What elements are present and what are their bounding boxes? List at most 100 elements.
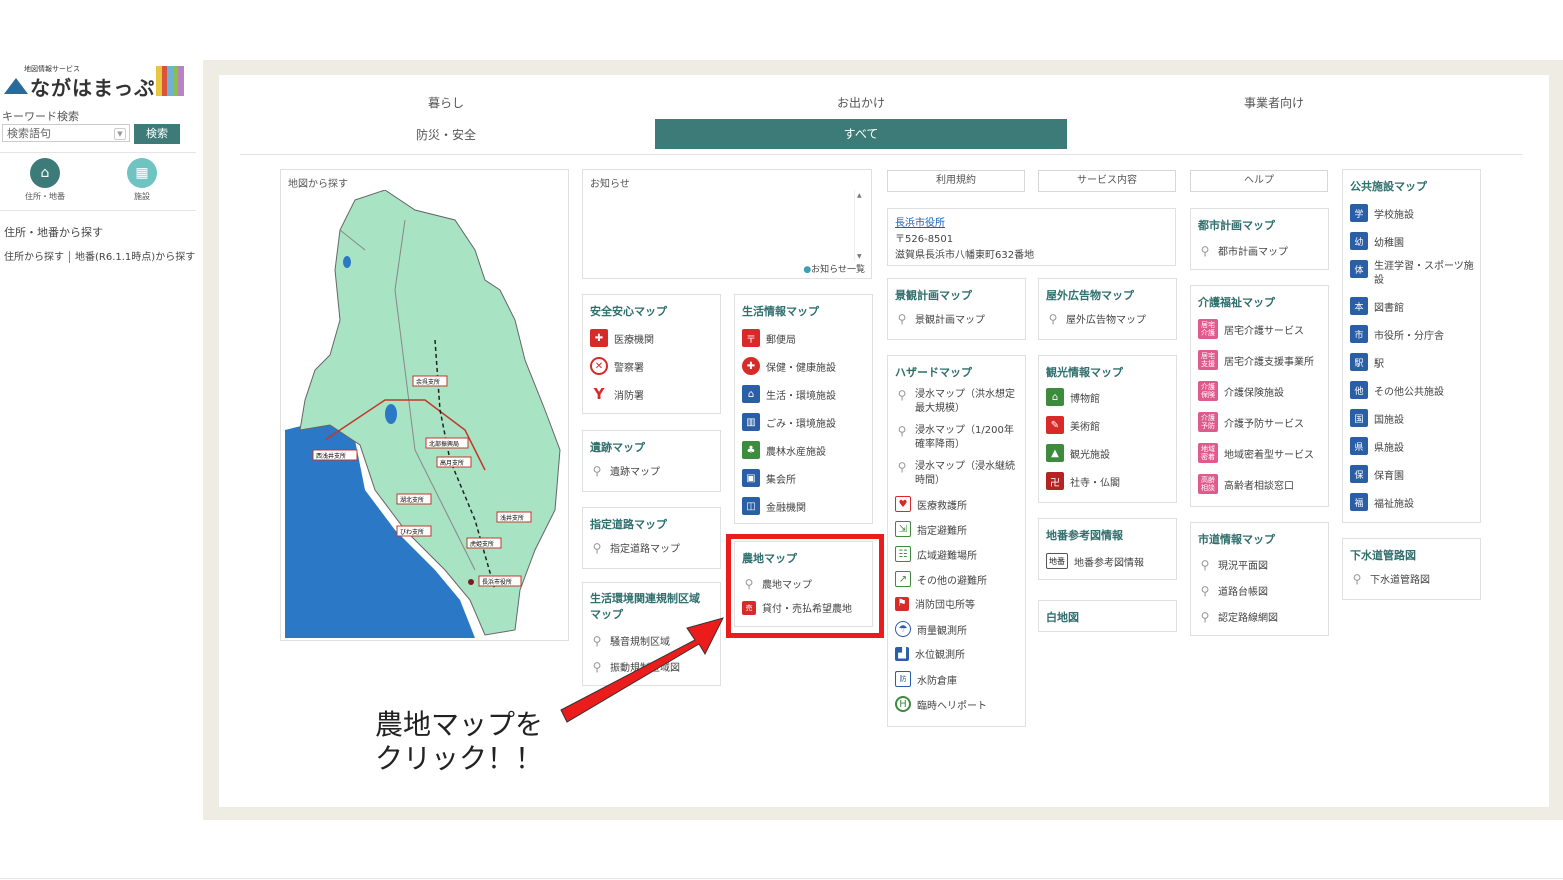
safety-map-title[interactable]: 安全安心マップ bbox=[583, 295, 720, 319]
address-lot-button[interactable]: ⌂ 住所・地番 bbox=[15, 158, 75, 202]
list-item[interactable]: 卍社寺・仏閣 bbox=[1046, 472, 1120, 490]
list-item[interactable]: 居宅支援 居宅介護支援事業所 bbox=[1198, 350, 1314, 370]
list-item[interactable]: 保保育園 bbox=[1350, 465, 1404, 483]
list-item[interactable]: 介護予防 介護予防サービス bbox=[1198, 412, 1304, 432]
sewer-title[interactable]: 下水道管路図 bbox=[1343, 539, 1480, 563]
list-item[interactable]: 学学校施設 bbox=[1350, 204, 1414, 222]
site-logo[interactable]: 地図情報サービス ながはまっぷ bbox=[2, 64, 188, 100]
list-item[interactable]: ▟ 水位観測所 bbox=[895, 646, 965, 661]
list-item[interactable]: 〒郵便局 bbox=[742, 329, 796, 347]
list-item[interactable]: 本図書館 bbox=[1350, 297, 1404, 315]
search-by-address-link[interactable]: 住所から探す bbox=[4, 252, 64, 263]
list-item[interactable]: ⚲ 浸水マップ（洪水想定最大規模） bbox=[895, 388, 1023, 416]
list-item[interactable]: ☷ 広域避難場所 bbox=[895, 546, 977, 562]
news-list-link[interactable]: ●お知らせ一覧 bbox=[803, 262, 865, 275]
list-item[interactable]: ▥ ごみ・環境施設 bbox=[742, 413, 836, 431]
list-item[interactable]: ⚲ 浸水マップ（浸水継続時間） bbox=[895, 460, 1023, 488]
city-road-title[interactable]: 市道情報マップ bbox=[1191, 523, 1328, 547]
list-item[interactable]: 福福祉施設 bbox=[1350, 493, 1414, 511]
list-item[interactable]: ⚲ 屋外広告物マップ bbox=[1046, 311, 1146, 327]
list-item[interactable]: ⚲ 道路台帳図 bbox=[1198, 583, 1268, 599]
welfare-care-title[interactable]: 介護福祉マップ bbox=[1191, 286, 1328, 310]
list-item[interactable]: ✕ 警察署 bbox=[590, 357, 644, 375]
list-item[interactable]: 幼幼稚園 bbox=[1350, 232, 1404, 250]
list-item[interactable]: 他その他公共施設 bbox=[1350, 381, 1444, 399]
item-label: その他公共施設 bbox=[1374, 386, 1444, 398]
list-item[interactable]: ✎ 美術館 bbox=[1046, 416, 1100, 434]
list-item[interactable]: 地番 地番参考図情報 bbox=[1046, 553, 1144, 569]
list-item[interactable]: 防水防倉庫 bbox=[895, 671, 957, 687]
tab-business[interactable]: 事業者向け bbox=[1068, 94, 1480, 110]
list-item[interactable]: ▲ 観光施設 bbox=[1046, 444, 1110, 462]
chevron-down-icon[interactable]: ▼ bbox=[114, 128, 126, 140]
lot-reference-title[interactable]: 地番参考図情報 bbox=[1039, 519, 1176, 543]
list-item[interactable]: ⚲ 浸水マップ（1/200年確率降雨） bbox=[895, 424, 1023, 452]
map-pin-icon: ⚲ bbox=[897, 311, 907, 326]
list-item[interactable]: ⌂ 生活・環境施設 bbox=[742, 385, 836, 403]
list-item[interactable]: ⚲ 認定路線網図 bbox=[1198, 609, 1278, 625]
list-item[interactable]: ♣ 農林水産施設 bbox=[742, 441, 826, 459]
list-item[interactable]: ⚲ 遺跡マップ bbox=[590, 463, 660, 479]
ruins-map-title[interactable]: 遺跡マップ bbox=[583, 431, 720, 455]
life-info-title[interactable]: 生活情報マップ bbox=[735, 295, 872, 319]
list-item[interactable]: 駅駅 bbox=[1350, 353, 1384, 371]
landscape-map-title[interactable]: 景観計画マップ bbox=[888, 279, 1025, 303]
list-item[interactable]: H 臨時ヘリポート bbox=[895, 696, 987, 712]
list-item[interactable]: ☂ 雨量観測所 bbox=[895, 621, 967, 637]
list-item[interactable]: Y 消防署 bbox=[590, 385, 644, 403]
list-item[interactable]: ⚑ 消防団屯所等 bbox=[895, 596, 975, 611]
tab-outing[interactable]: お出かけ bbox=[655, 94, 1067, 110]
blank-map-title[interactable]: 白地図 bbox=[1039, 601, 1176, 625]
list-item[interactable]: 市市役所・分庁舎 bbox=[1350, 325, 1444, 343]
urban-planning-title[interactable]: 都市計画マップ bbox=[1191, 209, 1328, 233]
list-item[interactable]: ⌂ 博物館 bbox=[1046, 388, 1100, 406]
search-button[interactable]: 検索 bbox=[134, 124, 180, 144]
outdoor-ad-title[interactable]: 屋外広告物マップ bbox=[1039, 279, 1176, 303]
tab-disaster[interactable]: 防災・安全 bbox=[240, 126, 652, 142]
map-panel: 地図から探す 余呉支所 北部振興局 高月支所 西浅井支所 湖北支所 びわ支所 浅… bbox=[280, 169, 569, 641]
train-station-icon: 駅 bbox=[1350, 353, 1368, 371]
highlight-box bbox=[726, 534, 884, 638]
list-item[interactable]: ⚲ 現況平面図 bbox=[1198, 557, 1268, 573]
list-item[interactable]: ⚲ 下水道管路図 bbox=[1350, 571, 1430, 587]
hazard-map-title[interactable]: ハザードマップ bbox=[888, 356, 1025, 380]
list-item[interactable]: 介護保険 介護保険施設 bbox=[1198, 381, 1284, 401]
tourism-map-title[interactable]: 観光情報マップ bbox=[1039, 356, 1176, 380]
item-label: 雨量観測所 bbox=[917, 625, 967, 637]
help-button[interactable]: ヘルプ bbox=[1190, 170, 1328, 192]
list-item[interactable]: 国国施設 bbox=[1350, 409, 1404, 427]
facility-button[interactable]: ▦ 施設 bbox=[112, 158, 172, 202]
list-item[interactable]: ✚ 医療機関 bbox=[590, 329, 654, 347]
service-button[interactable]: サービス内容 bbox=[1038, 170, 1176, 192]
nagahama-city-map[interactable]: 余呉支所 北部振興局 高月支所 西浅井支所 湖北支所 びわ支所 浅井支所 虎姫支… bbox=[285, 190, 565, 638]
list-item[interactable]: 高齢相談 高齢者相談窓口 bbox=[1198, 474, 1294, 494]
news-scrollbar[interactable]: ▲ ▼ bbox=[854, 190, 865, 262]
list-item[interactable]: ↗ その他の避難所 bbox=[895, 571, 987, 587]
life-facility-icon: ⌂ bbox=[742, 385, 760, 403]
search-by-lot-link[interactable]: 地番(R6.1.1時点)から探す bbox=[75, 252, 195, 263]
list-item[interactable]: ▣ 集会所 bbox=[742, 469, 796, 487]
list-item[interactable]: ◫ 金融機関 bbox=[742, 497, 806, 515]
terms-button[interactable]: 利用規約 bbox=[887, 170, 1025, 192]
list-item[interactable]: ⚲ 景観計画マップ bbox=[895, 311, 985, 327]
list-item[interactable]: ⇲ 指定避難所 bbox=[895, 521, 967, 537]
list-item[interactable]: ⚲ 指定道路マップ bbox=[590, 540, 680, 556]
designated-road-title[interactable]: 指定道路マップ bbox=[583, 508, 720, 532]
list-item[interactable]: 地域密着 地域密着型サービス bbox=[1198, 443, 1314, 463]
list-item[interactable]: ⚲ 都市計画マップ bbox=[1198, 243, 1288, 259]
map-pin-icon: ⚲ bbox=[1200, 243, 1210, 258]
art-museum-icon: ✎ bbox=[1046, 416, 1064, 434]
keyword-search-input[interactable]: 検索語句 ▼ bbox=[2, 124, 130, 142]
item-label: 福祉施設 bbox=[1374, 498, 1414, 510]
tab-all[interactable]: すべて bbox=[655, 119, 1067, 149]
list-item[interactable]: ♥ 医療救護所 bbox=[895, 496, 967, 512]
public-facility-title[interactable]: 公共施設マップ bbox=[1343, 170, 1480, 194]
list-item[interactable]: 県県施設 bbox=[1350, 437, 1404, 455]
map-pin-icon: ⚲ bbox=[897, 424, 907, 438]
list-item[interactable]: 体生涯学習・スポーツ施設 bbox=[1350, 260, 1476, 288]
item-label: 屋外広告物マップ bbox=[1066, 315, 1146, 326]
list-item[interactable]: ✚ 保健・健康施設 bbox=[742, 357, 836, 375]
list-item[interactable]: 居宅介護 居宅介護サービス bbox=[1198, 319, 1304, 339]
tab-living[interactable]: 暮らし bbox=[240, 94, 652, 110]
city-office-link[interactable]: 長浜市役所 bbox=[895, 214, 945, 229]
